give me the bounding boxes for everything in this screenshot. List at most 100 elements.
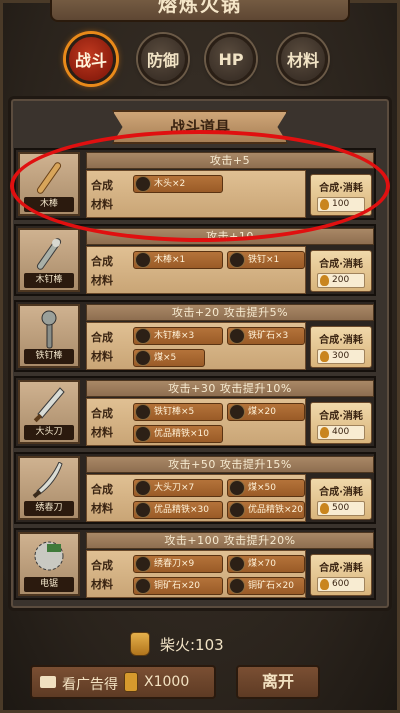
craft-button[interactable]: 合成·消耗 200 bbox=[310, 250, 372, 292]
cost-badge: 500 bbox=[317, 501, 365, 516]
refined-iron-icon bbox=[135, 426, 151, 442]
video-camera-icon bbox=[40, 676, 56, 688]
wooden-stick-icon bbox=[36, 162, 62, 194]
item-slot[interactable]: 木棒 bbox=[18, 152, 80, 216]
tab-defense[interactable]: 防御 bbox=[138, 34, 188, 84]
effect-text: 攻击+30 攻击提升10% bbox=[86, 380, 374, 397]
recipe-row: 电锯 攻击+100 攻击提升20% 合成 材料 绣春刀×9 煤×70 铜矿石×2… bbox=[14, 528, 376, 600]
materials-label: 材料 bbox=[91, 426, 113, 439]
firewood-icon bbox=[320, 427, 329, 438]
item-slot[interactable]: 大头刀 bbox=[18, 380, 80, 444]
coal-icon bbox=[135, 350, 151, 366]
refined-iron-icon bbox=[229, 502, 245, 518]
saber-icon bbox=[32, 462, 63, 499]
firewood-icon bbox=[320, 351, 329, 362]
watch-ad-button[interactable]: 看广告得 X1000 bbox=[30, 665, 216, 699]
materials-area: 合成 材料 铁钉棒×5 煤×20 优品精铁×10 bbox=[86, 398, 306, 446]
broadsword-icon bbox=[135, 480, 151, 496]
craft-label: 合成 bbox=[91, 179, 113, 192]
material-slot: 木钉棒×3 bbox=[133, 327, 223, 345]
material-slot: 铜矿石×20 bbox=[133, 577, 223, 595]
copper-ore-icon bbox=[135, 578, 151, 594]
materials-area: 合成 材料 木棒×1 铁钉×1 bbox=[86, 246, 306, 294]
material-slot: 煤×5 bbox=[133, 349, 205, 367]
broadsword-icon bbox=[33, 387, 65, 423]
material-slot: 木头×2 bbox=[133, 175, 223, 193]
recipe-row: 绣春刀 攻击+50 攻击提升15% 合成 材料 大头刀×7 煤×50 优品精铁×… bbox=[14, 452, 376, 524]
iron-ore-icon bbox=[229, 328, 245, 344]
craft-label: 合成 bbox=[91, 331, 113, 344]
materials-label: 材料 bbox=[91, 274, 113, 287]
leave-button[interactable]: 离开 bbox=[236, 665, 320, 699]
wooden-stick-icon bbox=[135, 252, 151, 268]
coal-icon bbox=[229, 480, 245, 496]
iron-spiked-mace-icon bbox=[135, 404, 151, 420]
iron-nail-icon bbox=[229, 252, 245, 268]
effect-text: 攻击+100 攻击提升20% bbox=[86, 532, 374, 549]
materials-label: 材料 bbox=[91, 198, 113, 211]
recipe-row: 木钉棒 攻击+10 合成 材料 木棒×1 铁钉×1 合成·消耗 200 bbox=[14, 224, 376, 296]
material-slot: 优品精铁×20 bbox=[227, 501, 305, 519]
craft-button[interactable]: 合成·消耗 300 bbox=[310, 326, 372, 368]
material-slot: 铜矿石×20 bbox=[227, 577, 305, 595]
cost-badge: 300 bbox=[317, 349, 365, 364]
effect-text: 攻击+10 bbox=[86, 228, 374, 245]
firewood-counter: 柴火:103 bbox=[130, 632, 280, 656]
page-title: 熔炼火锅 bbox=[50, 0, 350, 22]
chainsaw-icon bbox=[34, 541, 64, 571]
effect-text: 攻击+5 bbox=[86, 152, 374, 169]
copper-ore-icon bbox=[229, 578, 245, 594]
material-slot: 铁矿石×3 bbox=[227, 327, 305, 345]
craft-button[interactable]: 合成·消耗 100 bbox=[310, 174, 372, 216]
tab-combat[interactable]: 战斗 bbox=[66, 34, 116, 84]
cost-badge: 400 bbox=[317, 425, 365, 440]
craft-button[interactable]: 合成·消耗 500 bbox=[310, 478, 372, 520]
tab-hp[interactable]: HP bbox=[206, 34, 256, 84]
recipe-row: 大头刀 攻击+30 攻击提升10% 合成 材料 铁钉棒×5 煤×20 优品精铁×… bbox=[14, 376, 376, 448]
craft-label: 合成 bbox=[91, 407, 113, 420]
craft-button[interactable]: 合成·消耗 600 bbox=[310, 554, 372, 596]
spiked-club-icon bbox=[36, 238, 62, 270]
saber-icon bbox=[135, 556, 151, 572]
cost-badge: 200 bbox=[317, 273, 365, 288]
coal-icon bbox=[229, 404, 245, 420]
item-slot[interactable]: 绣春刀 bbox=[18, 456, 80, 520]
material-slot: 煤×20 bbox=[227, 403, 305, 421]
item-name: 木棒 bbox=[24, 197, 74, 212]
material-slot: 优品精铁×30 bbox=[133, 501, 223, 519]
tab-materials[interactable]: 材料 bbox=[278, 34, 328, 84]
item-slot[interactable]: 电锯 bbox=[18, 532, 80, 596]
craft-label: 合成 bbox=[91, 483, 113, 496]
material-slot: 铁钉×1 bbox=[227, 251, 305, 269]
materials-label: 材料 bbox=[91, 350, 113, 363]
materials-area: 合成 材料 木钉棒×3 铁矿石×3 煤×5 bbox=[86, 322, 306, 370]
cost-badge: 100 bbox=[317, 197, 365, 212]
craft-label: 合成 bbox=[91, 559, 113, 572]
item-slot[interactable]: 木钉棒 bbox=[18, 228, 80, 292]
material-slot: 大头刀×7 bbox=[133, 479, 223, 497]
materials-area: 合成 材料 绣春刀×9 煤×70 铜矿石×20 铜矿石×20 bbox=[86, 550, 306, 598]
item-name: 电锯 bbox=[24, 577, 74, 592]
materials-area: 合成 材料 大头刀×7 煤×50 优品精铁×30 优品精铁×20 bbox=[86, 474, 306, 522]
firewood-icon bbox=[320, 275, 329, 286]
spiked-club-icon bbox=[135, 328, 151, 344]
firewood-icon bbox=[124, 672, 138, 692]
material-slot: 优品精铁×10 bbox=[133, 425, 223, 443]
recipe-row: 铁钉棒 攻击+20 攻击提升5% 合成 材料 木钉棒×3 铁矿石×3 煤×5 合… bbox=[14, 300, 376, 372]
material-slot: 木棒×1 bbox=[133, 251, 223, 269]
firewood-icon bbox=[320, 199, 329, 210]
iron-spiked-mace-icon bbox=[41, 310, 57, 349]
material-slot: 铁钉棒×5 bbox=[133, 403, 223, 421]
category-tabs: 战斗 防御 HP 材料 bbox=[0, 34, 400, 84]
firewood-icon bbox=[320, 503, 329, 514]
material-slot: 绣春刀×9 bbox=[133, 555, 223, 573]
item-name: 大头刀 bbox=[24, 425, 74, 440]
materials-label: 材料 bbox=[91, 502, 113, 515]
craft-button[interactable]: 合成·消耗 400 bbox=[310, 402, 372, 444]
firewood-icon bbox=[130, 632, 150, 656]
material-slot: 煤×70 bbox=[227, 555, 305, 573]
craft-label: 合成 bbox=[91, 255, 113, 268]
item-name: 铁钉棒 bbox=[24, 349, 74, 364]
materials-area: 合成 材料 木头×2 bbox=[86, 170, 306, 218]
item-slot[interactable]: 铁钉棒 bbox=[18, 304, 80, 368]
